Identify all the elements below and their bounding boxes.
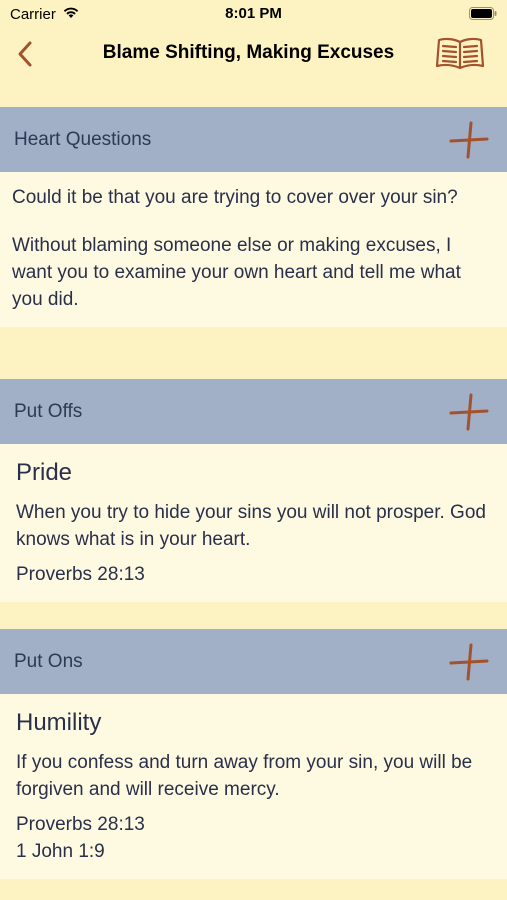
battery-icon [469, 7, 497, 24]
entry-title: Humility [16, 709, 102, 736]
put-off-entry[interactable]: Pride When you try to hide your sins you… [0, 444, 507, 602]
entry-title: Pride [16, 459, 73, 486]
scripture-reference[interactable]: Proverbs 28:13 [16, 561, 491, 588]
plus-icon [449, 121, 489, 159]
heart-question-text: Without blaming someone else or making e… [12, 235, 461, 310]
entry-description: If you confess and turn away from your s… [16, 752, 473, 800]
heart-questions-header: Heart Questions [0, 107, 507, 172]
status-bar: Carrier 8:01 PM [0, 0, 507, 28]
chevron-left-icon [18, 41, 32, 67]
plus-icon [449, 643, 489, 681]
section-header-label: Put Ons [14, 651, 83, 672]
heart-questions-body: Could it be that you are trying to cover… [0, 172, 507, 327]
status-time: 8:01 PM [225, 5, 282, 22]
add-put-off-button[interactable] [449, 392, 489, 432]
page-title: Blame Shifting, Making Excuses [102, 42, 395, 63]
plus-icon [449, 393, 489, 431]
put-ons-header: Put Ons [0, 629, 507, 694]
navigation-bar: Blame Shifting, Making Excuses [0, 28, 507, 82]
open-book-icon [435, 37, 485, 70]
section-header-label: Heart Questions [14, 129, 152, 150]
put-on-entry[interactable]: Humility If you confess and turn away fr… [0, 694, 507, 879]
scripture-reference[interactable]: 1 John 1:9 [16, 838, 491, 865]
heart-questions-section: Heart Questions Could it be that you are… [0, 107, 507, 327]
put-offs-header: Put Offs [0, 379, 507, 444]
add-put-on-button[interactable] [449, 642, 489, 682]
add-heart-question-button[interactable] [449, 120, 489, 160]
bible-button[interactable] [435, 36, 485, 72]
section-header-label: Put Offs [14, 401, 83, 422]
entry-description: When you try to hide your sins you will … [16, 502, 486, 550]
put-offs-section: Put Offs Pride When you try to hide your… [0, 379, 507, 602]
scripture-reference[interactable]: Proverbs 28:13 [16, 811, 491, 838]
put-ons-section: Put Ons Humility If you confess and turn… [0, 629, 507, 879]
heart-question-text: Could it be that you are trying to cover… [12, 187, 458, 208]
back-button[interactable] [12, 38, 40, 70]
